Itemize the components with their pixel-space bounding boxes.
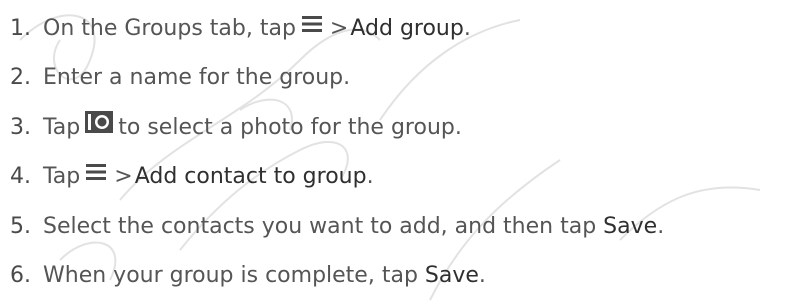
step-number: 4. xyxy=(10,164,31,190)
step-5: 5. Select the contacts you want to add, … xyxy=(10,202,790,252)
step-number: 6. xyxy=(10,263,31,289)
step-period: . xyxy=(366,164,374,190)
step-number: 1. xyxy=(10,15,31,41)
step-period: . xyxy=(478,263,486,289)
step-strong: Add contact to group xyxy=(134,164,367,190)
camera-icon xyxy=(84,108,114,148)
step-number: 2. xyxy=(10,65,31,91)
step-number: 3. xyxy=(10,114,31,140)
separator: > xyxy=(329,15,349,41)
step-period: . xyxy=(657,213,665,239)
step-6: 6. When your group is complete, tap Save… xyxy=(10,252,790,302)
step-text-after: to select a photo for the group. xyxy=(118,114,462,140)
step-4: 4. Tap > Add contact to group . xyxy=(10,153,790,203)
step-text: When your group is complete, tap xyxy=(43,263,418,289)
menu-icon xyxy=(84,157,108,197)
step-text: Tap xyxy=(43,114,81,140)
separator: > xyxy=(114,164,133,190)
step-text: Select the contacts you want to add, and… xyxy=(43,213,597,239)
step-1: 1. On the Groups tab, tap > Add group . xyxy=(10,4,790,54)
step-number: 5. xyxy=(10,213,31,239)
step-3: 3. Tap to select a photo for the group. xyxy=(10,103,790,153)
menu-icon xyxy=(300,9,324,49)
step-strong: Save xyxy=(603,213,658,239)
step-strong: Save xyxy=(424,263,479,289)
step-strong: Add group xyxy=(350,15,464,41)
step-text: Enter a name for the group. xyxy=(43,65,351,91)
step-text: Tap xyxy=(43,164,81,190)
step-2: 2. Enter a name for the group. xyxy=(10,54,790,104)
step-period: . xyxy=(463,15,471,41)
steps-list: 1. On the Groups tab, tap > Add group . … xyxy=(10,4,790,301)
step-text: On the Groups tab, tap xyxy=(43,15,296,41)
